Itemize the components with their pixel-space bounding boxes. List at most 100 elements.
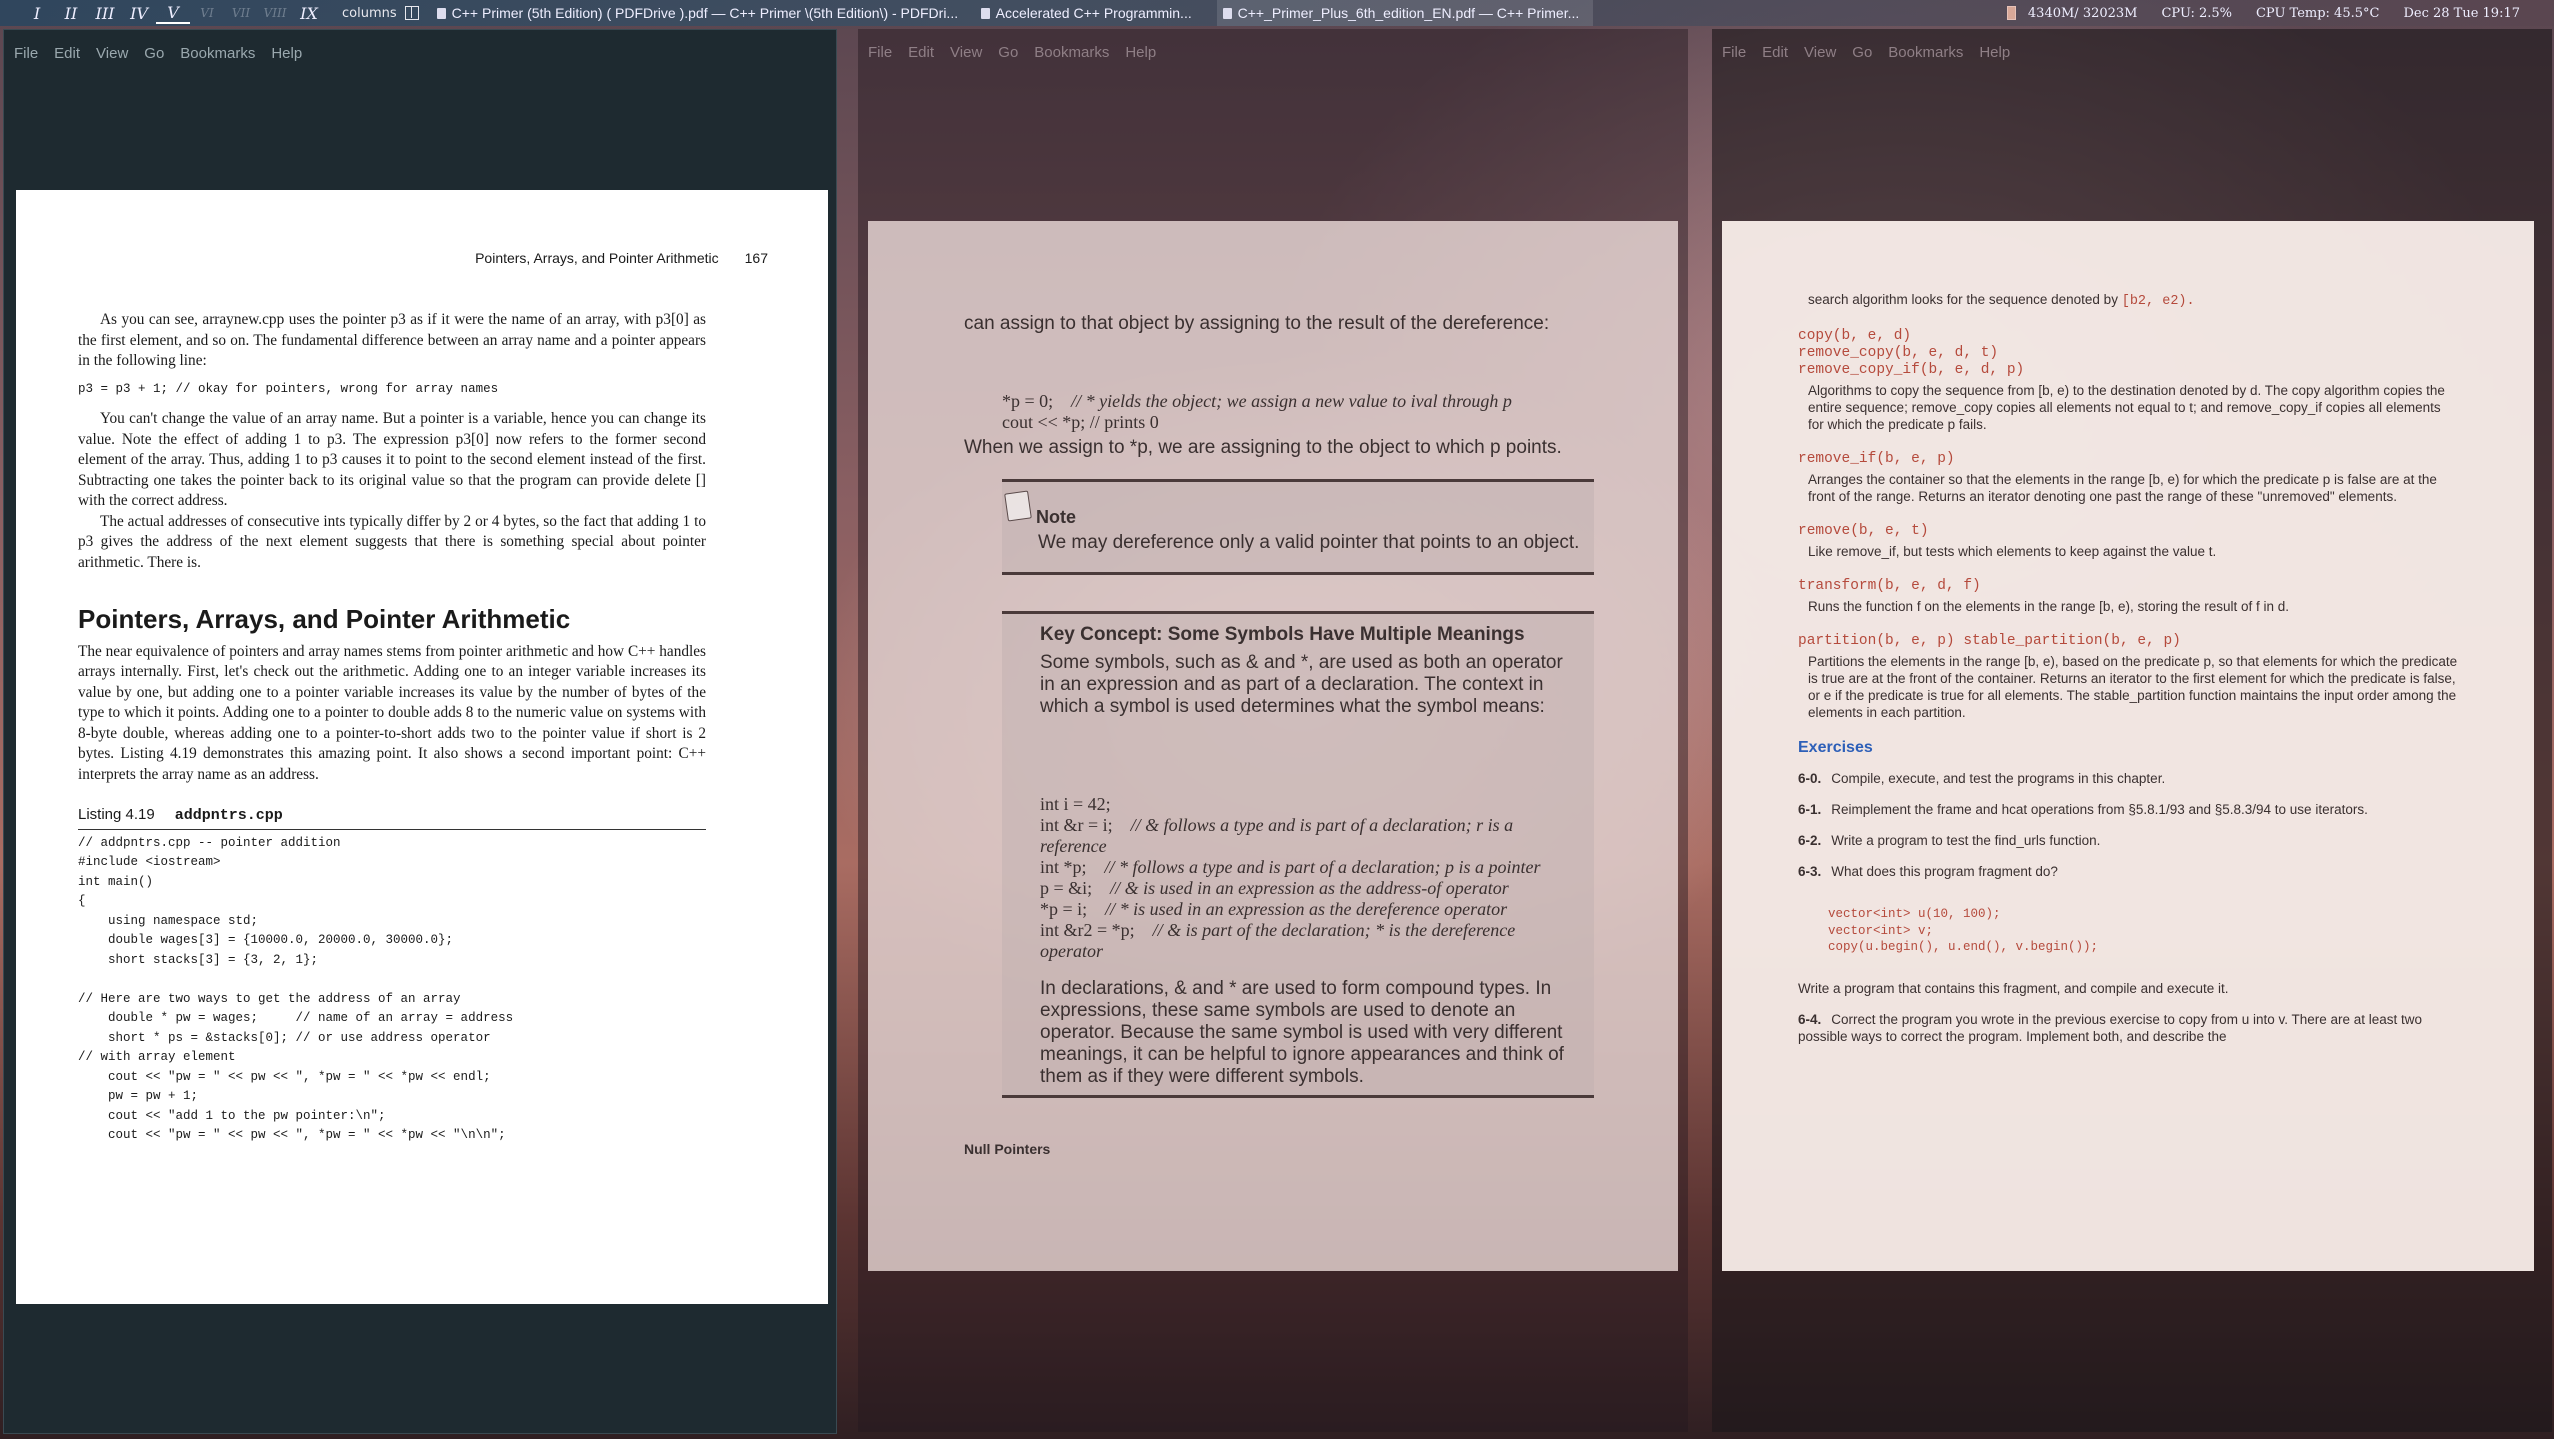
code-comment: // * yields the object; we assign a new … [1071,391,1512,411]
workspace-3[interactable]: III [88,4,122,23]
code-text: *p = 0; [1002,391,1054,411]
intro-text: search algorithm looks for the sequence … [1808,292,2118,307]
page-body: can assign to that object by assigning t… [964,313,1594,1098]
algorithm-signature: remove_copy_if(b, e, d, p) [1798,362,2025,378]
exercise-text: What does this program fragment do? [1831,864,2058,879]
section-heading: Pointers, Arrays, and Pointer Arithmetic [78,604,571,634]
key-concept-outro: In declarations, & and * are used to for… [1040,978,1564,1087]
note-title: Note [1036,507,1076,527]
pdf-page[interactable]: search algorithm looks for the sequence … [1722,221,2534,1271]
pdf-viewer-window-3[interactable]: File Edit View Go Bookmarks Help search … [1712,29,2552,1432]
page-number: 167 [744,250,768,266]
algorithm-entry: remove_if(b, e, p) Arranges the container… [1798,451,2458,505]
code-comment: // * follows a type and is part of a dec… [1104,857,1541,877]
pdf-viewer-window-2[interactable]: File Edit View Go Bookmarks Help can ass… [858,29,1688,1432]
code-text: int *p; [1040,857,1087,877]
columns-layout-icon[interactable] [404,6,419,20]
exercise-item: 6-3. What does this program fragment do? [1798,863,2458,880]
menu-go[interactable]: Go [1852,44,1872,61]
menu-help[interactable]: Help [1979,44,2010,61]
section-heading-null-pointers: Null Pointers [964,1141,1051,1157]
code-fragment: vector<int> u(10, 100); vector<int> v; c… [1828,907,2099,954]
task-accelerated-cpp[interactable]: Accelerated C++ Programmin... [980,5,1203,21]
paragraph: The near equivalence of pointers and arr… [78,642,706,783]
code-text: *p = i; [1040,899,1088,919]
menu-bookmarks[interactable]: Bookmarks [1034,44,1109,61]
workspace-4[interactable]: IV [122,4,156,23]
document-icon [436,7,446,19]
algorithm-description: Algorithms to copy the sequence from [b,… [1808,383,2445,432]
paragraph: Write a program that contains this fragm… [1798,980,2229,996]
system-tray: 4340M/ 32023M CPU: 2.5% CPU Temp: 45.5°C… [2006,5,2520,21]
menu-file[interactable]: File [14,45,38,62]
workspace-1[interactable]: I [20,4,54,23]
menu-bar: File Edit View Go Bookmarks Help [4,30,836,82]
menu-bar: File Edit View Go Bookmarks Help [1712,29,2552,81]
key-concept-box: Key Concept: Some Symbols Have Multiple … [1002,611,1594,1098]
task-cpp-primer-plus[interactable]: C++_Primer_Plus_6th_edition_EN.pdf — C++… [1216,0,1593,26]
code-comment: // * is used in an expression as the der… [1105,899,1508,919]
algorithm-signature: copy(b, e, d) [1798,328,1912,344]
cpu-temp: CPU Temp: 45.5°C [2255,5,2380,21]
task-title: Accelerated C++ Programmin... [995,5,1192,21]
pdf-viewer-window-1[interactable]: File Edit View Go Bookmarks Help Pointer… [3,29,837,1434]
intro-code: [b2, e2). [2121,294,2195,309]
code-line: int *p; // * follows a type and is part … [1040,857,1574,878]
code-text: int &r2 = *p; [1040,920,1135,940]
code-line: int &r = i; // & follows a type and is p… [1040,815,1574,857]
menu-view[interactable]: View [950,44,982,61]
menu-file[interactable]: File [868,44,892,61]
pdf-page[interactable]: Pointers, Arrays, and Pointer Arithmetic… [16,190,828,1304]
exercise-number: 6-4. [1798,1011,1822,1027]
document-icon [1222,7,1232,19]
key-concept-title: Key Concept: Some Symbols Have Multiple … [1040,624,1525,645]
menu-go[interactable]: Go [998,44,1018,61]
memory-usage: 4340M/ 32023M [2027,5,2138,21]
exercise-text: Reimplement the frame and hcat operation… [1831,802,2368,817]
code-line: p3 = p3 + 1; // okay for pointers, wrong… [78,381,499,396]
code-line: *p = 0; // * yields the object; we assig… [1002,391,1594,412]
algorithm-signature: transform(b, e, d, f) [1798,578,1981,594]
algorithm-signature: partition(b, e, p) stable_partition(b, e… [1798,633,2181,649]
menu-bookmarks[interactable]: Bookmarks [180,45,255,62]
workspace-5[interactable]: V [156,3,190,24]
exercise-text: Correct the program you wrote in the pre… [1798,1011,2423,1044]
exercise-list: 6-0. Compile, execute, and test the progr… [1798,770,2458,880]
algorithm-signature: remove_if(b, e, p) [1798,451,1955,467]
menu-edit[interactable]: Edit [908,44,934,61]
exercise-text: Write a program to test the find_urls fu… [1831,833,2101,848]
menu-edit[interactable]: Edit [54,45,80,62]
workspace-2[interactable]: II [54,4,88,23]
menu-help[interactable]: Help [271,45,302,62]
exercise-number: 6-2. [1798,833,1822,848]
running-head: Pointers, Arrays, and Pointer Arithmetic… [475,250,768,266]
exercise-item: 6-0. Compile, execute, and test the progr… [1798,770,2458,787]
menu-view[interactable]: View [96,45,128,62]
key-concept-code: int i = 42; int &r = i; // & follows a t… [1040,794,1574,962]
document-icon [980,7,990,19]
algorithm-entries: copy(b, e, d) remove_copy(b, e, d, t) remo… [1798,328,2458,721]
menu-view[interactable]: View [1804,44,1836,61]
layout-label[interactable]: columns [342,6,397,21]
algorithm-signature: remove_copy(b, e, d, t) [1798,345,1999,361]
menu-file[interactable]: File [1722,44,1746,61]
code-line: int i = 42; [1040,794,1574,815]
exercise-item: 6-2. Write a program to test the find_url… [1798,832,2458,849]
note-icon [1004,490,1032,522]
menu-bookmarks[interactable]: Bookmarks [1888,44,1963,61]
menu-help[interactable]: Help [1125,44,1156,61]
workspace-8[interactable]: VIII [258,6,292,20]
workspace-6[interactable]: VI [190,6,224,20]
workspace-9[interactable]: IX [292,4,326,23]
exercise-number: 6-3. [1798,864,1822,879]
clock[interactable]: Dec 28 Tue 19:17 [2403,6,2520,21]
workspace-7[interactable]: VII [224,6,258,20]
task-cpp-primer-5th[interactable]: C++ Primer (5th Edition) ( PDFDrive ).pd… [436,5,967,21]
listing-code: // addpntrs.cpp -- pointer addition #inc… [78,835,514,1143]
paragraph: search algorithm looks for the sequence … [1808,291,2458,310]
code-line: *p = i; // * is used in an expression as… [1040,899,1574,920]
menu-edit[interactable]: Edit [1762,44,1788,61]
pdf-page[interactable]: can assign to that object by assigning t… [868,221,1678,1271]
menu-go[interactable]: Go [144,45,164,62]
code-example: *p = 0; // * yields the object; we assig… [1002,391,1594,433]
